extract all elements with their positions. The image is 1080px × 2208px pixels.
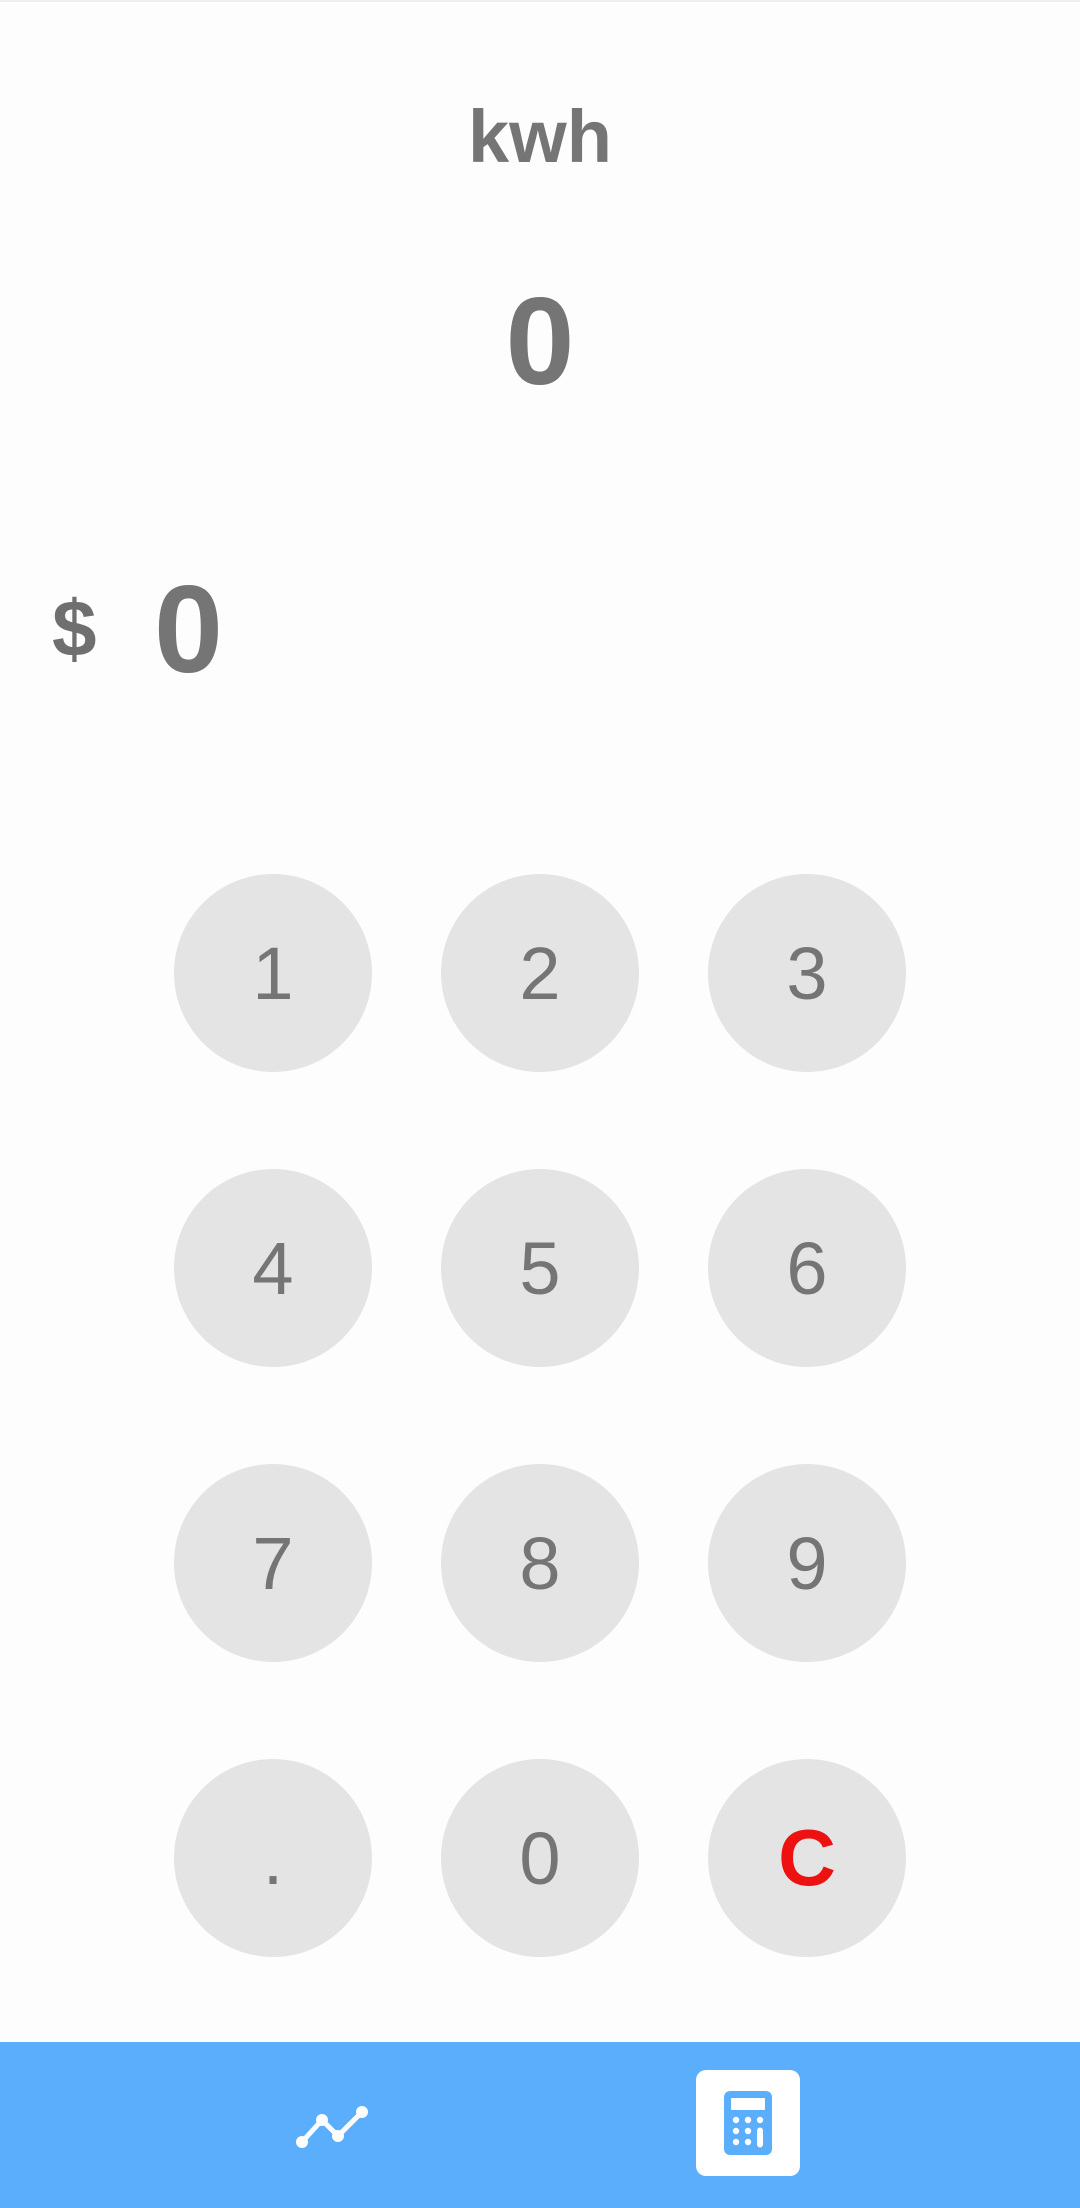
cost-display: 0: [154, 561, 223, 699]
key-6[interactable]: 6: [708, 1169, 906, 1367]
unit-title: kwh: [468, 95, 612, 178]
kwh-display: 0: [505, 273, 575, 411]
currency-symbol: $: [52, 584, 97, 673]
key-8[interactable]: 8: [441, 1464, 639, 1662]
key-9[interactable]: 9: [708, 1464, 906, 1662]
key-0[interactable]: 0: [441, 1759, 639, 1957]
key-3[interactable]: 3: [708, 874, 906, 1072]
key-decimal[interactable]: .: [174, 1759, 372, 1957]
nav-chart-tab[interactable]: [272, 2064, 396, 2188]
nav-calculator-tab[interactable]: [696, 2070, 800, 2176]
keypad: 1 2 3 4 5 6 7 8 9 . 0 C: [174, 874, 906, 1957]
calculator-icon: [724, 2091, 772, 2155]
line-chart-icon: [296, 2106, 368, 2148]
key-2[interactable]: 2: [441, 874, 639, 1072]
key-1[interactable]: 1: [174, 874, 372, 1072]
calculator-screen: kwh 0 $ 0 1 2 3 4 5 6 7 8 9 . 0 C: [0, 0, 1080, 2208]
key-4[interactable]: 4: [174, 1169, 372, 1367]
bottom-navigation: [0, 2042, 1080, 2208]
top-divider: [0, 0, 1080, 2]
clear-button[interactable]: C: [708, 1759, 906, 1957]
key-5[interactable]: 5: [441, 1169, 639, 1367]
key-7[interactable]: 7: [174, 1464, 372, 1662]
